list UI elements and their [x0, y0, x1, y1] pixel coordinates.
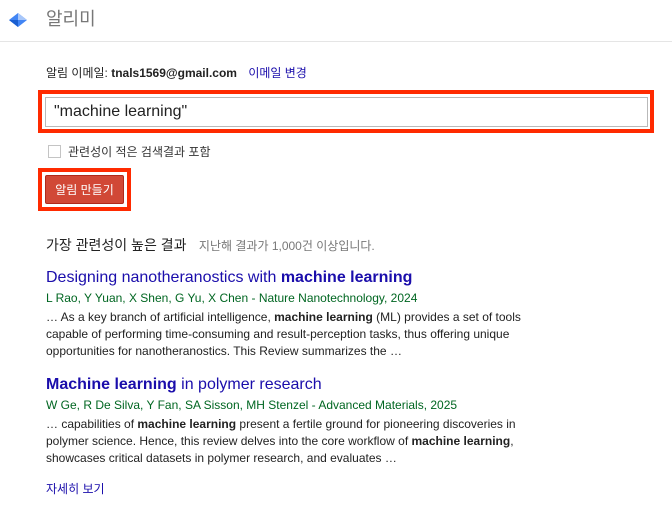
result-snippet: … capabilities of machine learning prese… [46, 417, 516, 465]
query-highlight-frame [38, 90, 654, 133]
change-email-link[interactable]: 이메일 변경 [248, 66, 307, 80]
result-snippet: … As a key branch of artificial intellig… [46, 310, 521, 358]
see-more-link[interactable]: 자세히 보기 [46, 481, 105, 497]
email-value: tnals1569@gmail.com [111, 66, 237, 80]
create-alert-button[interactable]: 알림 만들기 [45, 175, 124, 204]
result-title-link[interactable]: Machine learning in polymer research [46, 374, 546, 396]
scholar-logo-icon[interactable] [8, 10, 28, 30]
include-less-relevant-label: 관련성이 적은 검색결과 포함 [68, 144, 211, 159]
results-header: 가장 관련성이 높은 결과 지난해 결과가 1,000건 이상입니다. [46, 236, 375, 255]
app-title: 알리미 [46, 9, 96, 29]
include-less-relevant-row[interactable]: 관련성이 적은 검색결과 포함 [48, 143, 210, 159]
results-count: 지난해 결과가 1,000건 이상입니다. [198, 239, 375, 253]
alert-query-input[interactable] [45, 97, 648, 127]
include-less-relevant-checkbox[interactable] [48, 144, 61, 158]
create-button-highlight-frame: 알림 만들기 [38, 168, 131, 211]
result-title-link[interactable]: Designing nanotheranostics with machine … [46, 267, 546, 289]
result-item: Designing nanotheranostics with machine … [46, 267, 546, 360]
results-title: 가장 관련성이 높은 결과 [46, 237, 187, 253]
email-label: 알림 이메일: [46, 66, 112, 80]
app-header: 알리미 [0, 0, 672, 42]
result-authors: W Ge, R De Silva, Y Fan, SA Sisson, MH S… [46, 398, 458, 412]
result-item: Machine learning in polymer research W G… [46, 374, 546, 467]
alert-email-row: 알림 이메일: tnals1569@gmail.com 이메일 변경 [46, 65, 307, 81]
result-authors: L Rao, Y Yuan, X Shen, G Yu, X Chen - Na… [46, 291, 418, 305]
